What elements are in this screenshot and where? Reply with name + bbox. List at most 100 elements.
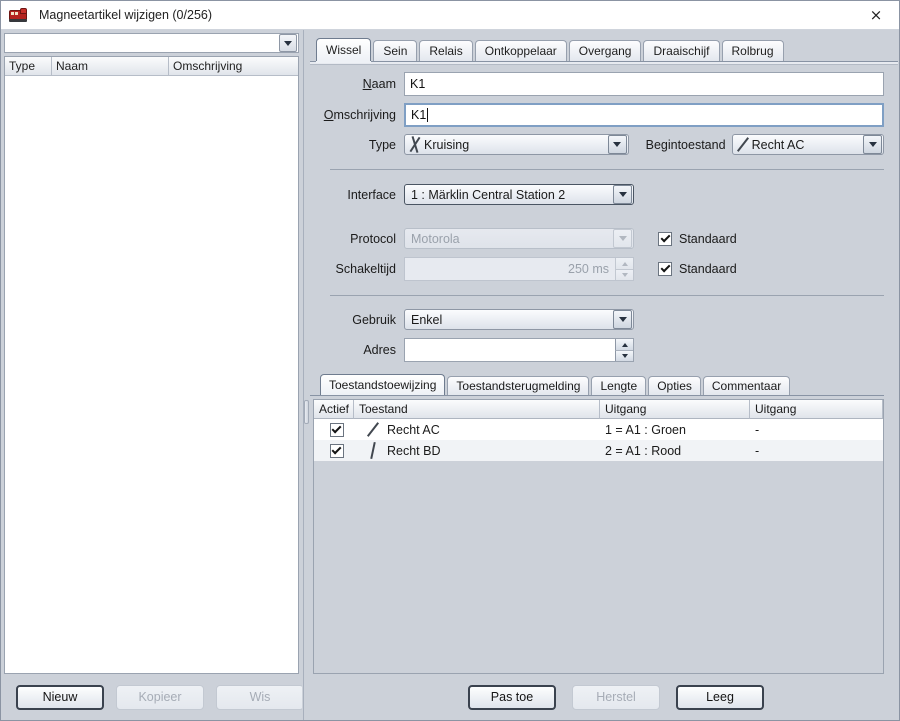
tab-relais[interactable]: Relais [419, 40, 473, 61]
tab-opties[interactable]: Opties [648, 376, 701, 395]
splitter-line [303, 30, 304, 720]
panel-splitter[interactable] [302, 30, 310, 720]
row-toestand-cell: Recht BD [354, 440, 600, 461]
tab-overgang-label: Overgang [578, 44, 632, 58]
protocol-standaard-label: Standaard [679, 231, 737, 246]
adres-decrement-icon[interactable] [615, 350, 633, 361]
adres-increment-icon[interactable] [615, 339, 633, 350]
tab-ontkoppelaar-label: Ontkoppelaar [484, 44, 557, 58]
schakeltijd-label: Schakeltijd [335, 262, 396, 276]
naam-input[interactable]: K1 [404, 72, 884, 96]
adres-label: Adres [363, 343, 396, 357]
tab-draaischijf-label: Draaischijf [653, 44, 710, 58]
title-bar: Magneetartikel wijzigen (0/256) × [1, 1, 899, 30]
adres-spinner[interactable] [404, 338, 634, 362]
type-combo[interactable]: Kruising [404, 134, 629, 155]
tab-draaischijf[interactable]: Draaischijf [643, 40, 720, 61]
nieuw-button[interactable]: Nieuw [16, 684, 104, 710]
pas-toe-button[interactable]: Pas toe [468, 684, 556, 710]
tab-wissel[interactable]: Wissel [316, 38, 372, 61]
gebruik-row: Gebruik Enkel [310, 309, 884, 330]
tab-relais-label: Relais [429, 44, 463, 58]
diagonal-track-icon [366, 422, 380, 437]
schakeltijd-row: Schakeltijd 250 ms Standaard [310, 257, 884, 281]
tab-commentaar[interactable]: Commentaar [702, 376, 791, 395]
column-header-omschrijving[interactable]: Omschrijving [169, 57, 298, 76]
protocol-standaard-checkbox[interactable] [658, 231, 672, 246]
tab-toestandsterugmelding-label: Toestandsterugmelding [456, 379, 581, 393]
article-list-header: Type Naam Omschrijving [5, 57, 298, 76]
article-list-table[interactable]: Type Naam Omschrijving [4, 56, 299, 674]
schakeltijd-standaard-checkrow[interactable]: Standaard [658, 262, 737, 276]
column-header-actief[interactable]: Actief [314, 400, 354, 419]
row-actief-checkbox[interactable] [329, 422, 344, 437]
row-actief-cell[interactable] [314, 440, 354, 461]
detail-tabs: Toestandstoewijzing Toestandsterugmeldin… [310, 374, 884, 396]
begintoestand-combo-chevron-down-icon[interactable] [863, 135, 883, 154]
table-row[interactable]: Recht AC 1 = A1 : Groen - [314, 419, 883, 440]
splitter-grip[interactable] [303, 400, 309, 424]
state-assignment-table[interactable]: Actief Toestand Uitgang Uitgang Recht AC [313, 399, 884, 674]
tab-rolbrug[interactable]: Rolbrug [721, 40, 784, 61]
leeg-button[interactable]: Leeg [676, 684, 764, 710]
close-icon[interactable]: × [853, 1, 899, 29]
tab-ontkoppelaar[interactable]: Ontkoppelaar [474, 40, 567, 61]
type-row: Type Kruising Begintoestand Recht AC [310, 134, 885, 155]
locomotive-icon [8, 7, 30, 23]
row-uitgang-2-cell: - [755, 422, 760, 437]
row-actief-cell[interactable] [314, 419, 354, 440]
herstel-button-label: Herstel [596, 690, 636, 704]
tab-toestandstoewijzing[interactable]: Toestandstoewijzing [320, 374, 446, 395]
type-label: Type [368, 137, 396, 152]
column-header-naam[interactable]: Naam [52, 57, 169, 76]
type-value: Kruising [424, 137, 470, 152]
column-header-type[interactable]: Type [5, 57, 52, 76]
protocol-combo-chevron-down-icon [613, 229, 632, 248]
type-combo-chevron-down-icon[interactable] [607, 135, 627, 154]
wis-button[interactable]: Wis [216, 684, 304, 710]
row-actief-checkbox[interactable] [329, 443, 344, 458]
table-row[interactable]: Recht BD 2 = A1 : Rood - [314, 440, 883, 461]
section-separator-2 [330, 295, 884, 296]
tab-overgang[interactable]: Overgang [568, 40, 642, 61]
tab-lengte[interactable]: Lengte [591, 376, 647, 395]
column-header-uitgang-2[interactable]: Uitgang [750, 400, 883, 419]
kopieer-button[interactable]: Kopieer [116, 684, 204, 710]
tab-sein[interactable]: Sein [373, 40, 418, 61]
kopieer-button-label: Kopieer [138, 690, 182, 704]
tab-toestandsterugmelding[interactable]: Toestandsterugmelding [447, 376, 590, 395]
adres-spin-buttons[interactable] [615, 339, 633, 361]
interface-label: Interface [347, 187, 396, 202]
interface-combo-chevron-down-icon[interactable] [613, 185, 632, 204]
row-uitgang-1-cell: 1 = A1 : Groen [605, 422, 686, 437]
column-header-toestand[interactable]: Toestand [354, 400, 600, 419]
naam-value: K1 [410, 77, 426, 91]
herstel-button[interactable]: Herstel [572, 684, 660, 710]
article-list-body[interactable] [5, 76, 298, 673]
interface-value: 1 : Märklin Central Station 2 [411, 187, 566, 202]
row-uitgang-2-cell: - [755, 443, 760, 458]
state-table-header: Actief Toestand Uitgang Uitgang [314, 400, 883, 419]
begintoestand-value: Recht AC [751, 137, 805, 152]
article-filter-combo[interactable] [4, 33, 299, 53]
begintoestand-combo[interactable]: Recht AC [731, 134, 885, 155]
column-header-uitgang-1[interactable]: Uitgang [600, 400, 750, 419]
editor-action-buttons: Pas toe Herstel Leeg [310, 674, 884, 720]
interface-combo[interactable]: 1 : Märklin Central Station 2 [404, 184, 634, 205]
chevron-down-icon[interactable] [279, 34, 297, 52]
begintoestand-label: Begintoestand [645, 137, 726, 152]
tab-toestandstoewijzing-label: Toestandstoewijzing [329, 378, 437, 392]
state-table-empty-area[interactable] [314, 461, 883, 673]
gebruik-combo-chevron-down-icon[interactable] [613, 310, 632, 329]
schakeltijd-decrement-icon [615, 269, 633, 280]
omschrijving-input[interactable]: K1 [404, 103, 884, 127]
row-toestand-label: Recht AC [387, 422, 440, 437]
protocol-standaard-checkrow[interactable]: Standaard [658, 231, 737, 246]
naam-label: Naam [362, 77, 396, 91]
tab-lengte-label: Lengte [600, 379, 638, 393]
row-toestand-cell: Recht AC [354, 419, 600, 440]
schakeltijd-standaard-checkbox[interactable] [658, 262, 672, 276]
gebruik-combo[interactable]: Enkel [404, 309, 634, 330]
omschrijving-label: Omschrijving [323, 108, 396, 122]
schakeltijd-increment-icon [615, 258, 633, 269]
